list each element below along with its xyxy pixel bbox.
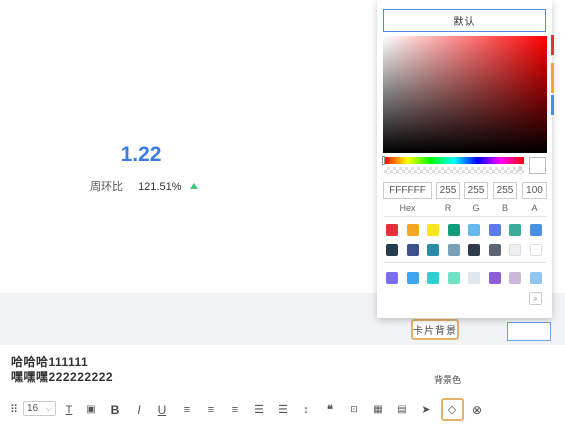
clear-format-icon[interactable]: T bbox=[61, 401, 77, 418]
line-height-icon[interactable]: ↕ bbox=[298, 401, 314, 418]
r-label: R bbox=[444, 203, 452, 213]
align-left-icon[interactable]: ≡ bbox=[179, 401, 195, 418]
card-background-label[interactable]: 卡片背景 bbox=[411, 319, 459, 340]
italic-icon[interactable]: I bbox=[131, 401, 147, 418]
side-color-strip bbox=[551, 35, 554, 115]
send-icon[interactable]: ➤ bbox=[418, 401, 434, 418]
alpha-slider[interactable] bbox=[384, 167, 524, 174]
color-swatch[interactable] bbox=[406, 272, 419, 284]
text-box-icon[interactable]: ▣ bbox=[83, 401, 99, 418]
up-arrow-icon bbox=[189, 183, 198, 189]
color-swatch[interactable] bbox=[468, 244, 480, 256]
bold-icon[interactable]: B bbox=[107, 401, 123, 418]
color-swatch[interactable] bbox=[468, 272, 480, 284]
color-swatch[interactable] bbox=[509, 244, 521, 256]
align-right-icon[interactable]: ≡ bbox=[227, 401, 243, 418]
eyedropper-icon[interactable]: ⌕ bbox=[529, 292, 542, 305]
card-background-swatch[interactable] bbox=[507, 322, 551, 341]
align-center-icon[interactable]: ≡ bbox=[203, 401, 219, 418]
color-swatch[interactable] bbox=[529, 244, 542, 256]
hex-label: Hex bbox=[399, 203, 416, 213]
fill-color-icon[interactable]: ◇ bbox=[444, 401, 460, 418]
chevron-down-icon: ⌵ bbox=[45, 404, 52, 413]
underline-icon[interactable]: U bbox=[154, 401, 170, 418]
saturation-area[interactable] bbox=[383, 36, 547, 153]
color-swatch[interactable] bbox=[488, 244, 501, 256]
a-input[interactable]: 100 bbox=[522, 182, 547, 199]
font-size-value: 16 bbox=[27, 403, 39, 414]
default-color-button[interactable]: 默认 bbox=[383, 9, 546, 32]
ordered-list-icon[interactable]: ☰ bbox=[275, 401, 291, 418]
hue-slider[interactable] bbox=[384, 157, 524, 164]
code-icon[interactable]: ⊡ bbox=[346, 401, 362, 418]
color-swatch[interactable] bbox=[427, 272, 439, 284]
metric-value: 1.22 bbox=[120, 143, 162, 166]
picker-divider bbox=[384, 216, 547, 217]
hex-input[interactable]: FFFFFF bbox=[383, 182, 432, 199]
color-swatch[interactable] bbox=[386, 244, 398, 256]
font-size-select[interactable]: 16 ⌵ bbox=[23, 401, 56, 416]
color-swatch[interactable] bbox=[447, 244, 460, 256]
color-swatch[interactable] bbox=[386, 272, 398, 284]
compare-row: 周环比 121.51% bbox=[90, 178, 198, 194]
color-swatch[interactable] bbox=[386, 224, 398, 236]
drag-handle-icon[interactable]: ⠿ bbox=[6, 401, 22, 418]
color-swatch[interactable] bbox=[447, 272, 460, 284]
color-swatch[interactable] bbox=[406, 244, 419, 256]
alpha-min-label: 0 bbox=[518, 166, 522, 173]
compare-label: 周环比 bbox=[90, 181, 123, 193]
color-swatch[interactable] bbox=[406, 224, 419, 236]
image-icon[interactable]: ▦ bbox=[370, 401, 386, 418]
quote-icon[interactable]: ❝ bbox=[322, 401, 338, 418]
bullet-list-icon[interactable]: ☰ bbox=[251, 401, 267, 418]
b-input[interactable]: 255 bbox=[493, 182, 517, 199]
color-swatch[interactable] bbox=[529, 272, 542, 284]
close-circle-icon[interactable]: ⊗ bbox=[469, 401, 485, 418]
color-swatch[interactable] bbox=[488, 272, 501, 284]
table-icon[interactable]: ▤ bbox=[394, 401, 410, 418]
color-swatch[interactable] bbox=[468, 224, 480, 236]
color-preview bbox=[529, 157, 546, 174]
picker-divider bbox=[384, 262, 547, 263]
a-label: A bbox=[531, 203, 538, 213]
color-swatch[interactable] bbox=[529, 224, 542, 236]
tooltip-background-color: 背景色 bbox=[434, 375, 462, 385]
editor-line-2[interactable]: 嘿嘿嘿222222222 bbox=[11, 368, 113, 385]
b-label: B bbox=[501, 203, 508, 213]
color-swatch[interactable] bbox=[488, 224, 501, 236]
hue-slider-handle[interactable] bbox=[382, 156, 385, 165]
r-input[interactable]: 255 bbox=[436, 182, 460, 199]
color-swatch[interactable] bbox=[509, 224, 521, 236]
compare-value: 121.51% bbox=[138, 181, 182, 193]
g-label: G bbox=[472, 203, 480, 213]
g-input[interactable]: 255 bbox=[464, 182, 488, 199]
color-swatch[interactable] bbox=[509, 272, 521, 284]
color-swatch[interactable] bbox=[427, 224, 439, 236]
color-swatch[interactable] bbox=[447, 224, 460, 236]
color-swatch[interactable] bbox=[427, 244, 439, 256]
